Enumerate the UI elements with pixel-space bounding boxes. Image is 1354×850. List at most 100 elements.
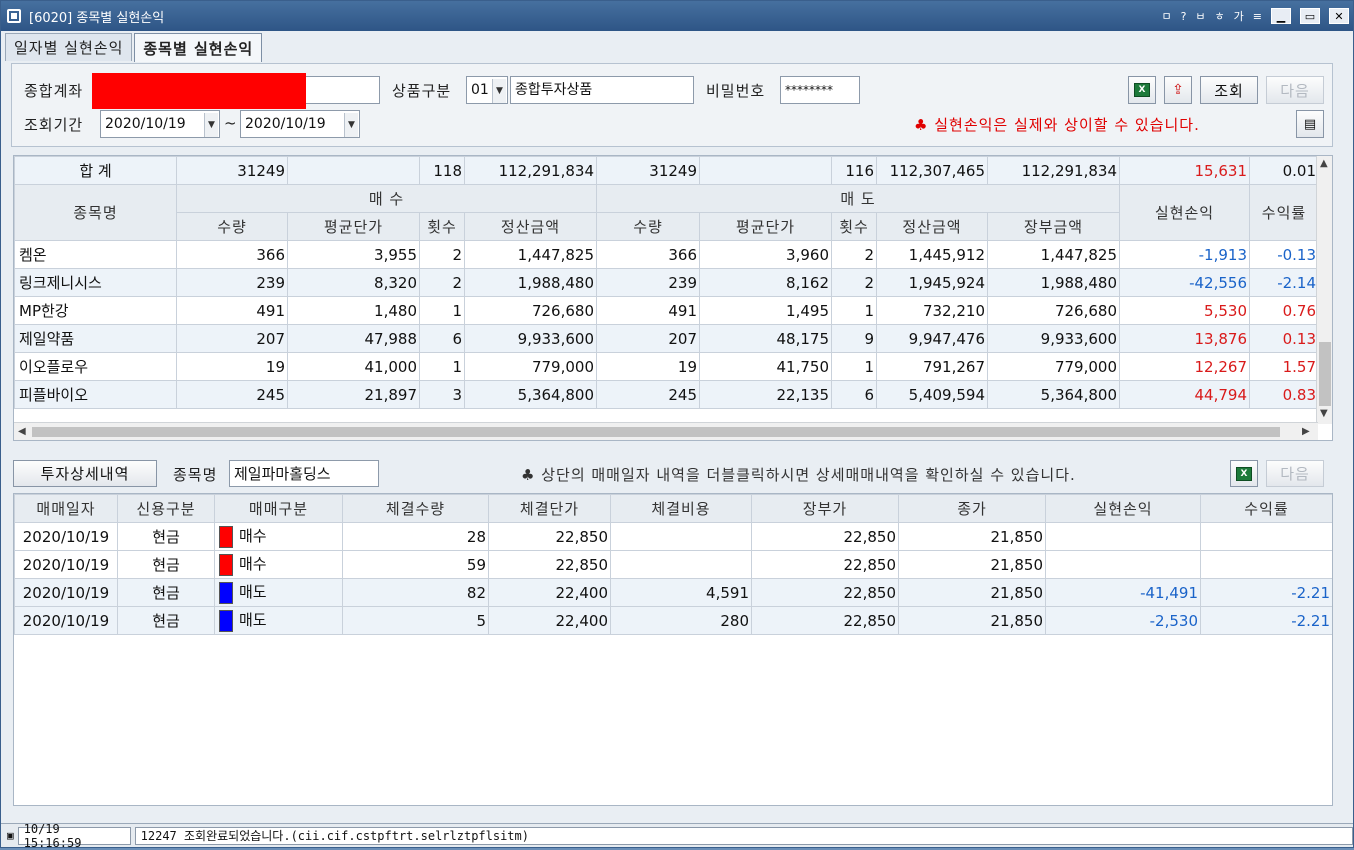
col-sell-qty[interactable]: 수량 — [596, 212, 700, 241]
chevron-down-icon[interactable]: ▼ — [344, 113, 358, 137]
detail-cell-price: 22,400 — [488, 578, 611, 607]
col-buy-qty[interactable]: 수량 — [176, 212, 288, 241]
summary-hscroll[interactable]: ◀ ▶ — [14, 422, 1318, 440]
password-input[interactable]: ******** — [780, 76, 860, 104]
detail-col-0[interactable]: 매매일자 — [14, 494, 118, 523]
col-rate[interactable]: 수익률 — [1249, 184, 1319, 241]
detail-cell-date: 2020/10/19 — [14, 550, 118, 579]
cell-sell-amount: 791,267 — [876, 352, 988, 381]
table-row[interactable]: 피플바이오 245 21,897 3 5,364,800 245 22,135 6 5,409,… — [14, 380, 1319, 409]
detail-hint: ♣ 상단의 매매일자 내역을 더블클릭하시면 상세매매내역을 확인하실 수 있습… — [521, 466, 1076, 484]
detail-col-3[interactable]: 체결수량 — [342, 494, 489, 523]
col-sell-amount[interactable]: 정산금액 — [876, 212, 988, 241]
detail-excel-button[interactable]: X — [1230, 460, 1258, 487]
investment-detail-button[interactable]: 투자상세내역 — [13, 460, 157, 487]
total-rate: 0.01 — [1249, 156, 1319, 185]
help-icon[interactable]: ? — [1181, 10, 1187, 23]
tab-daily-profit[interactable]: 일자별 실현손익 — [5, 33, 133, 61]
next-button[interactable]: 다음 — [1266, 76, 1324, 104]
side-label: 매수 — [239, 555, 267, 574]
side-color-swatch — [219, 609, 233, 632]
detail-col-7[interactable]: 종가 — [898, 494, 1046, 523]
chevron-down-icon[interactable]: ▼ — [204, 113, 218, 137]
total-profit: 15,631 — [1119, 156, 1250, 185]
detail-cell-side: 매수 — [214, 522, 343, 551]
detail-col-1[interactable]: 신용구분 — [117, 494, 215, 523]
detail-col-6[interactable]: 장부가 — [751, 494, 899, 523]
col-profit[interactable]: 실현손익 — [1119, 184, 1250, 241]
col-name[interactable]: 종목명 — [14, 184, 177, 241]
table-row[interactable]: 2020/10/19 현금 매도 5 22,400 280 22,850 21,850 -2,5… — [14, 606, 1332, 635]
col-sell-avg[interactable]: 평균단가 — [699, 212, 832, 241]
search-button[interactable]: 조회 — [1200, 76, 1258, 104]
detail-col-9[interactable]: 수익률 — [1200, 494, 1332, 523]
cell-profit: -42,556 — [1119, 268, 1250, 297]
upload-button[interactable]: ⇪ — [1164, 76, 1192, 104]
excel-icon: X — [1236, 466, 1252, 481]
cell-sell-count: 2 — [831, 268, 877, 297]
col-buy-count[interactable]: 횟수 — [419, 212, 465, 241]
date-to-value: 2020/10/19 — [245, 116, 326, 132]
col-buy-avg[interactable]: 평균단가 — [287, 212, 420, 241]
detail-cell-rate — [1200, 522, 1332, 551]
scroll-down-icon[interactable]: ▼ — [1320, 408, 1328, 419]
chat-button[interactable]: ▤ — [1296, 110, 1324, 138]
detail-cell-side: 매수 — [214, 550, 343, 579]
scroll-up-icon[interactable]: ▲ — [1320, 158, 1328, 169]
pin-icon[interactable]: ㅁ — [1161, 8, 1171, 24]
cell-sell-qty: 207 — [596, 324, 700, 353]
scroll-left-icon[interactable]: ◀ — [18, 426, 26, 437]
product-code-select[interactable]: 01 ▼ — [466, 76, 508, 104]
table-row[interactable]: 이오플로우 19 41,000 1 779,000 19 41,750 1 791,267 779… — [14, 352, 1319, 381]
detail-next-button[interactable]: 다음 — [1266, 460, 1324, 487]
detail-cell-book: 22,850 — [751, 606, 899, 635]
table-row[interactable]: 2020/10/19 현금 매수 28 22,850 22,850 21,850 — [14, 522, 1332, 551]
total-buy-amount: 112,291,834 — [464, 156, 597, 185]
query-panel: 종합계좌 상품구분 01 ▼ 종합투자상품 비밀번호 ******** 조회기간… — [11, 63, 1333, 147]
status-monitor-icon[interactable]: ▣ — [7, 829, 14, 842]
excel-export-button[interactable]: X — [1128, 76, 1156, 104]
cell-name: 링크제니시스 — [14, 268, 177, 297]
table-row[interactable]: 2020/10/19 현금 매수 59 22,850 22,850 21,850 — [14, 550, 1332, 579]
settings-icon[interactable]: ≡ — [1253, 10, 1262, 23]
maximize-button[interactable]: ▭ — [1300, 8, 1320, 24]
col-buy-amount[interactable]: 정산금액 — [464, 212, 597, 241]
cell-buy-amount: 1,447,825 — [464, 240, 597, 269]
tab-stock-profit[interactable]: 종목별 실현손익 — [134, 33, 263, 62]
detail-table: 매매일자 신용구분 매매구분 체결수량 체결단가 체결비용 장부가 종가 실현손익 수익률 202… — [14, 494, 1332, 635]
col-sell-count[interactable]: 횟수 — [831, 212, 877, 241]
layout-icon[interactable]: ㅂ — [1195, 8, 1205, 24]
scroll-right-icon[interactable]: ▶ — [1302, 426, 1310, 437]
total-row[interactable]: 합 계 31249 118 112,291,834 31249 116 112,… — [14, 156, 1319, 185]
table-row[interactable]: 켐온 366 3,955 2 1,447,825 366 3,960 2 1,445,912 1,… — [14, 240, 1319, 269]
cell-name: 이오플로우 — [14, 352, 177, 381]
summary-vscroll-thumb[interactable] — [1319, 342, 1331, 406]
date-from-input[interactable]: 2020/10/19 ▼ — [100, 110, 220, 138]
upload-icon: ⇪ — [1172, 82, 1184, 98]
detail-col-2[interactable]: 매매구분 — [214, 494, 343, 523]
detail-col-5[interactable]: 체결비용 — [610, 494, 752, 523]
title-bar: [6020] 종목별 실현손익 ㅁ ? ㅂ ㅎ 가 ≡ ▁ ▭ ✕ — [1, 1, 1353, 31]
detail-cell-profit: -41,491 — [1045, 578, 1201, 607]
detail-col-8[interactable]: 실현손익 — [1045, 494, 1201, 523]
table-row[interactable]: 링크제니시스 239 8,320 2 1,988,480 239 8,162 2 1,945,9… — [14, 268, 1319, 297]
summary-hscroll-thumb[interactable] — [32, 427, 1280, 437]
cell-book-amount: 779,000 — [987, 352, 1120, 381]
detail-col-4[interactable]: 체결단가 — [488, 494, 611, 523]
close-button[interactable]: ✕ — [1329, 8, 1349, 24]
cell-buy-count: 1 — [419, 352, 465, 381]
cell-rate: 0.83 — [1249, 380, 1319, 409]
minimize-button[interactable]: ▁ — [1271, 8, 1291, 24]
link-icon[interactable]: ㅎ — [1215, 8, 1225, 24]
table-row[interactable]: 2020/10/19 현금 매도 82 22,400 4,591 22,850 21,850-… — [14, 578, 1332, 607]
font-icon[interactable]: 가 — [1234, 8, 1244, 24]
chevron-down-icon[interactable]: ▼ — [492, 79, 506, 103]
table-row[interactable]: MP한강 491 1,480 1 726,680 491 1,495 1 732,210 726,… — [14, 296, 1319, 325]
total-buy-count: 118 — [419, 156, 465, 185]
col-buy-group: 매 수 — [176, 184, 597, 213]
col-book-amount[interactable]: 장부금액 — [987, 212, 1120, 241]
date-to-input[interactable]: 2020/10/19 ▼ — [240, 110, 360, 138]
table-row[interactable]: 제일약품 207 47,988 6 9,933,600 207 48,175 9 9,947,4… — [14, 324, 1319, 353]
summary-vscroll[interactable]: ▲ ▼ — [1316, 156, 1332, 424]
detail-cell-cost: 280 — [610, 606, 752, 635]
